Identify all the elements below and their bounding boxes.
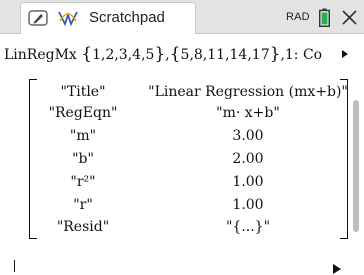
matrix-value-resid: "{...}" [225,219,271,235]
close-icon[interactable] [341,9,358,26]
matrix-value-regeqn: "m· x+b" [216,105,280,121]
brace-close-1: } [154,44,166,64]
matrix-value-b: 2.00 [232,151,264,167]
matrix-key-title: "Title" [60,84,106,100]
matrix-left-bracket [29,79,37,239]
command-list-y: 5,8,11,14,17 [180,47,270,63]
matrix-key-r: "r" [73,197,93,213]
input-cursor [14,260,15,272]
matrix-key-m: "m" [69,128,97,144]
tab-title: Scratchpad [89,9,165,26]
command-name: LinRegMx [4,47,77,63]
angle-mode-indicator: RAD [286,11,310,23]
scroll-down-arrow-icon[interactable] [332,263,342,275]
matrix-value-r: 1.00 [232,197,264,213]
title-bar: Scratchpad RAD [0,0,364,34]
matrix-key-r-squared: "r²" [70,174,96,190]
matrix-value-title: "Linear Regression (mx+b)" [148,84,348,100]
matrix-value-m: 3.00 [232,128,264,144]
scratchpad-calculator-area[interactable]: LinRegMx {1,2,3,4,5},{5,8,11,14,17},1: C… [0,35,364,275]
command-list-x: 1,2,3,4,5 [92,47,155,63]
command-rest: ,1: Co [280,47,323,63]
matrix-key-resid: "Resid" [56,219,110,235]
matrix-value-r-squared: 1.00 [232,174,264,190]
matrix-right-bracket [340,79,348,239]
brace-close-2: } [269,44,281,64]
calculator-graph-icon [58,11,78,27]
scroll-right-arrow-icon[interactable] [341,49,349,59]
brace-open-2: { [169,44,181,64]
vertical-scrollbar[interactable] [353,100,359,232]
matrix-key-b: "b" [72,151,94,167]
brace-open-1: { [81,44,93,64]
matrix-key-regeqn: "RegEqn" [48,105,118,121]
result-matrix: "Title" "Linear Regression (mx+b)" "RegE… [29,79,348,239]
command-entry-line[interactable]: LinRegMx {1,2,3,4,5},{5,8,11,14,17},1: C… [4,44,344,66]
battery-icon [319,8,330,27]
document-pencil-icon[interactable] [28,10,48,26]
